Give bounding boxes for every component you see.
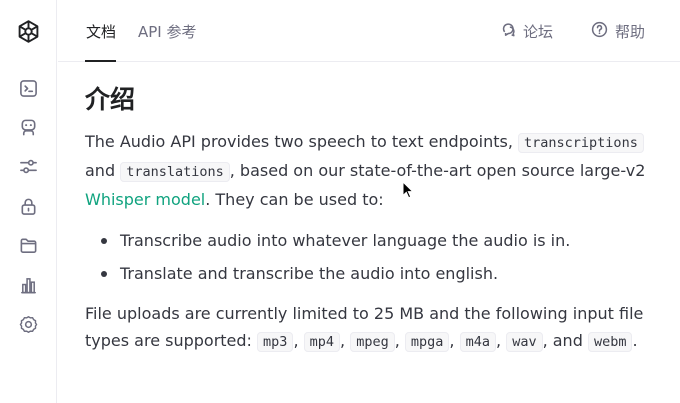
active-tab-indicator xyxy=(85,60,116,62)
top-nav: 文档 API 参考 论坛 帮助 xyxy=(58,0,680,62)
separator: , xyxy=(394,331,400,350)
sentence-end: . xyxy=(632,331,638,350)
intro-paragraph: The Audio API provides two speech to tex… xyxy=(85,128,655,213)
file-type-webm: webm xyxy=(587,332,633,352)
intro-text-3: , based on our state-of-the-art open sou… xyxy=(229,161,646,180)
sidebar xyxy=(0,0,57,403)
forum-icon xyxy=(499,21,516,42)
folder-icon[interactable] xyxy=(18,235,39,256)
intro-text-1: The Audio API provides two speech to tex… xyxy=(85,132,513,151)
file-type-mp3: mp3 xyxy=(257,332,294,352)
list-item: Translate and transcribe the audio into … xyxy=(85,257,655,290)
help-label: 帮助 xyxy=(615,23,646,41)
file-type-m4a: m4a xyxy=(459,332,496,352)
openai-logo[interactable] xyxy=(15,18,42,45)
uploads-paragraph: File uploads are currently limited to 25… xyxy=(85,300,655,356)
separator: , xyxy=(496,331,502,350)
bar-chart-icon[interactable] xyxy=(18,275,39,296)
settings-icon[interactable] xyxy=(18,314,39,335)
lock-icon[interactable] xyxy=(18,196,39,217)
separator-and: , and xyxy=(542,331,583,350)
help-icon xyxy=(591,21,608,42)
terminal-icon[interactable] xyxy=(18,78,39,99)
list-item: Transcribe audio into whatever language … xyxy=(85,224,655,257)
file-type-wav: wav xyxy=(506,332,543,352)
intro-text-4: . They can be used to: xyxy=(205,190,384,209)
help-link[interactable]: 帮助 xyxy=(591,21,645,42)
use-case-list: Transcribe audio into whatever language … xyxy=(85,224,655,290)
whisper-model-link[interactable]: Whisper model xyxy=(85,190,205,209)
file-type-mpeg: mpeg xyxy=(350,332,395,352)
code-transcriptions: transcriptions xyxy=(518,133,644,153)
robot-icon[interactable] xyxy=(18,117,39,138)
file-type-mpga: mpga xyxy=(404,332,450,352)
forum-link[interactable]: 论坛 xyxy=(499,21,553,42)
sliders-icon[interactable] xyxy=(18,156,39,177)
separator: , xyxy=(449,331,455,350)
code-translations: translations xyxy=(120,162,230,182)
tab-docs[interactable]: 文档 xyxy=(86,21,116,42)
page-title: 介绍 xyxy=(85,85,136,114)
tab-api-reference[interactable]: API 参考 xyxy=(138,21,197,42)
intro-text-2: and xyxy=(85,161,116,180)
separator: , xyxy=(293,331,299,350)
forum-label: 论坛 xyxy=(523,23,554,41)
file-type-mp4: mp4 xyxy=(303,332,341,352)
separator: , xyxy=(340,331,346,350)
